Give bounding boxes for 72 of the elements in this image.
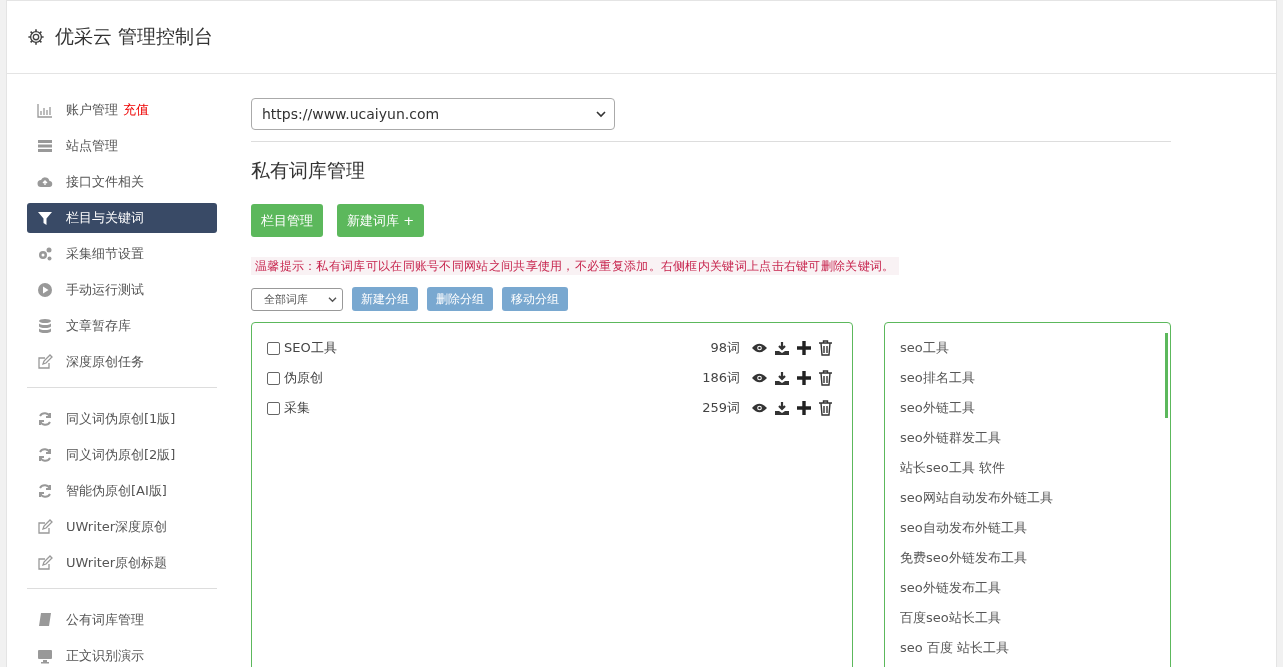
recharge-link[interactable]: 充值 [123, 101, 149, 119]
sidebar-item[interactable]: 正文识别演示 [27, 641, 217, 667]
keyword-item[interactable]: seo网站自动发布外链工具 [900, 483, 1053, 513]
download-icon[interactable] [775, 371, 789, 385]
keyword-item[interactable]: seo外链工具 [900, 393, 975, 423]
checkbox[interactable] [267, 341, 280, 355]
plus-icon[interactable] [797, 401, 811, 415]
sidebar-item[interactable]: 接口文件相关 [27, 167, 217, 197]
sidebar-item[interactable]: 智能伪原创[AI版] [27, 476, 217, 506]
keyword-item[interactable]: seo外链发布工具 [900, 573, 1001, 603]
checkbox[interactable] [267, 371, 280, 385]
site-select[interactable]: https://www.ucaiyun.com [251, 98, 615, 130]
cloud-upload-icon [37, 174, 53, 190]
edit-icon [37, 555, 53, 571]
word-count: 259词 [702, 399, 740, 417]
keyword-item[interactable]: 站长seo工具 软件 [900, 453, 1005, 483]
trash-icon[interactable] [819, 400, 832, 416]
refresh-icon [37, 483, 53, 499]
keyword-item[interactable]: seo工具 [900, 333, 949, 363]
server-icon [37, 138, 53, 154]
sidebar-item[interactable]: 站点管理 [27, 131, 217, 161]
settings-icon [27, 28, 45, 46]
sidebar-item[interactable]: 栏目与关键词 [27, 203, 217, 233]
trash-icon[interactable] [819, 370, 832, 386]
sidebar-item[interactable]: 同义词伪原创[1版] [27, 404, 217, 434]
sidebar-item[interactable]: 账户管理 充值 [27, 95, 217, 125]
gears-icon [37, 246, 53, 262]
play-icon [37, 282, 53, 298]
bar-chart-icon [37, 102, 53, 118]
checkbox[interactable] [267, 401, 280, 415]
sidebar-item[interactable]: 同义词伪原创[2版] [27, 440, 217, 470]
library-name: 伪原创 [284, 369, 323, 387]
refresh-icon [37, 411, 53, 427]
tip-text: 温馨提示：私有词库可以在同账号不同网站之间共享使用，不必重复添加。右侧框内关键词上点击右键可删除关键词。 [251, 257, 899, 275]
app-title: 优采云 管理控制台 [55, 24, 214, 49]
word-count: 98词 [710, 339, 740, 357]
keyword-item[interactable]: seo自动发布外链工具 [900, 513, 1027, 543]
download-icon[interactable] [775, 341, 789, 355]
sidebar-item[interactable]: UWriter原创标题 [27, 548, 217, 578]
word-count: 186词 [702, 369, 740, 387]
chevron-icon [596, 110, 606, 118]
keyword-item[interactable]: seo排名工具 [900, 363, 975, 393]
keyword-item[interactable]: 免费seo外链发布工具 [900, 543, 1027, 573]
monitor-icon [37, 648, 53, 664]
keyword-item[interactable]: seo 百度 站长工具 [900, 633, 1009, 663]
sidebar-item[interactable]: 采集细节设置 [27, 239, 217, 269]
chevron-icon [328, 295, 337, 303]
edit-icon [37, 354, 53, 370]
library-name: 采集 [284, 399, 310, 417]
eye-icon[interactable] [752, 343, 767, 353]
sidebar-item[interactable]: 深度原创任务 [27, 347, 217, 377]
sidebar-item[interactable]: UWriter深度原创 [27, 512, 217, 542]
database-icon [37, 318, 53, 334]
sidebar-item[interactable]: 公有词库管理 [27, 605, 217, 635]
sidebar-item[interactable]: 文章暂存库 [27, 311, 217, 341]
refresh-icon [37, 447, 53, 463]
eye-icon[interactable] [752, 403, 767, 413]
keyword-item[interactable]: seo外链群发工具 [900, 423, 1001, 453]
eye-icon[interactable] [752, 373, 767, 383]
book-icon [37, 612, 53, 628]
plus-icon[interactable] [797, 341, 811, 355]
library-name: SEO工具 [284, 339, 337, 357]
download-icon[interactable] [775, 401, 789, 415]
plus-icon[interactable] [797, 371, 811, 385]
scrollbar-thumb[interactable] [1165, 333, 1168, 418]
edit-icon [37, 519, 53, 535]
trash-icon[interactable] [819, 340, 832, 356]
sidebar-item[interactable]: 手动运行测试 [27, 275, 217, 305]
filter-icon [37, 210, 53, 226]
page-title: 私有词库管理 [251, 158, 366, 183]
library-filter-select[interactable]: 全部词库 [251, 287, 343, 311]
keyword-item[interactable]: 百度seo站长工具 [900, 603, 1001, 633]
